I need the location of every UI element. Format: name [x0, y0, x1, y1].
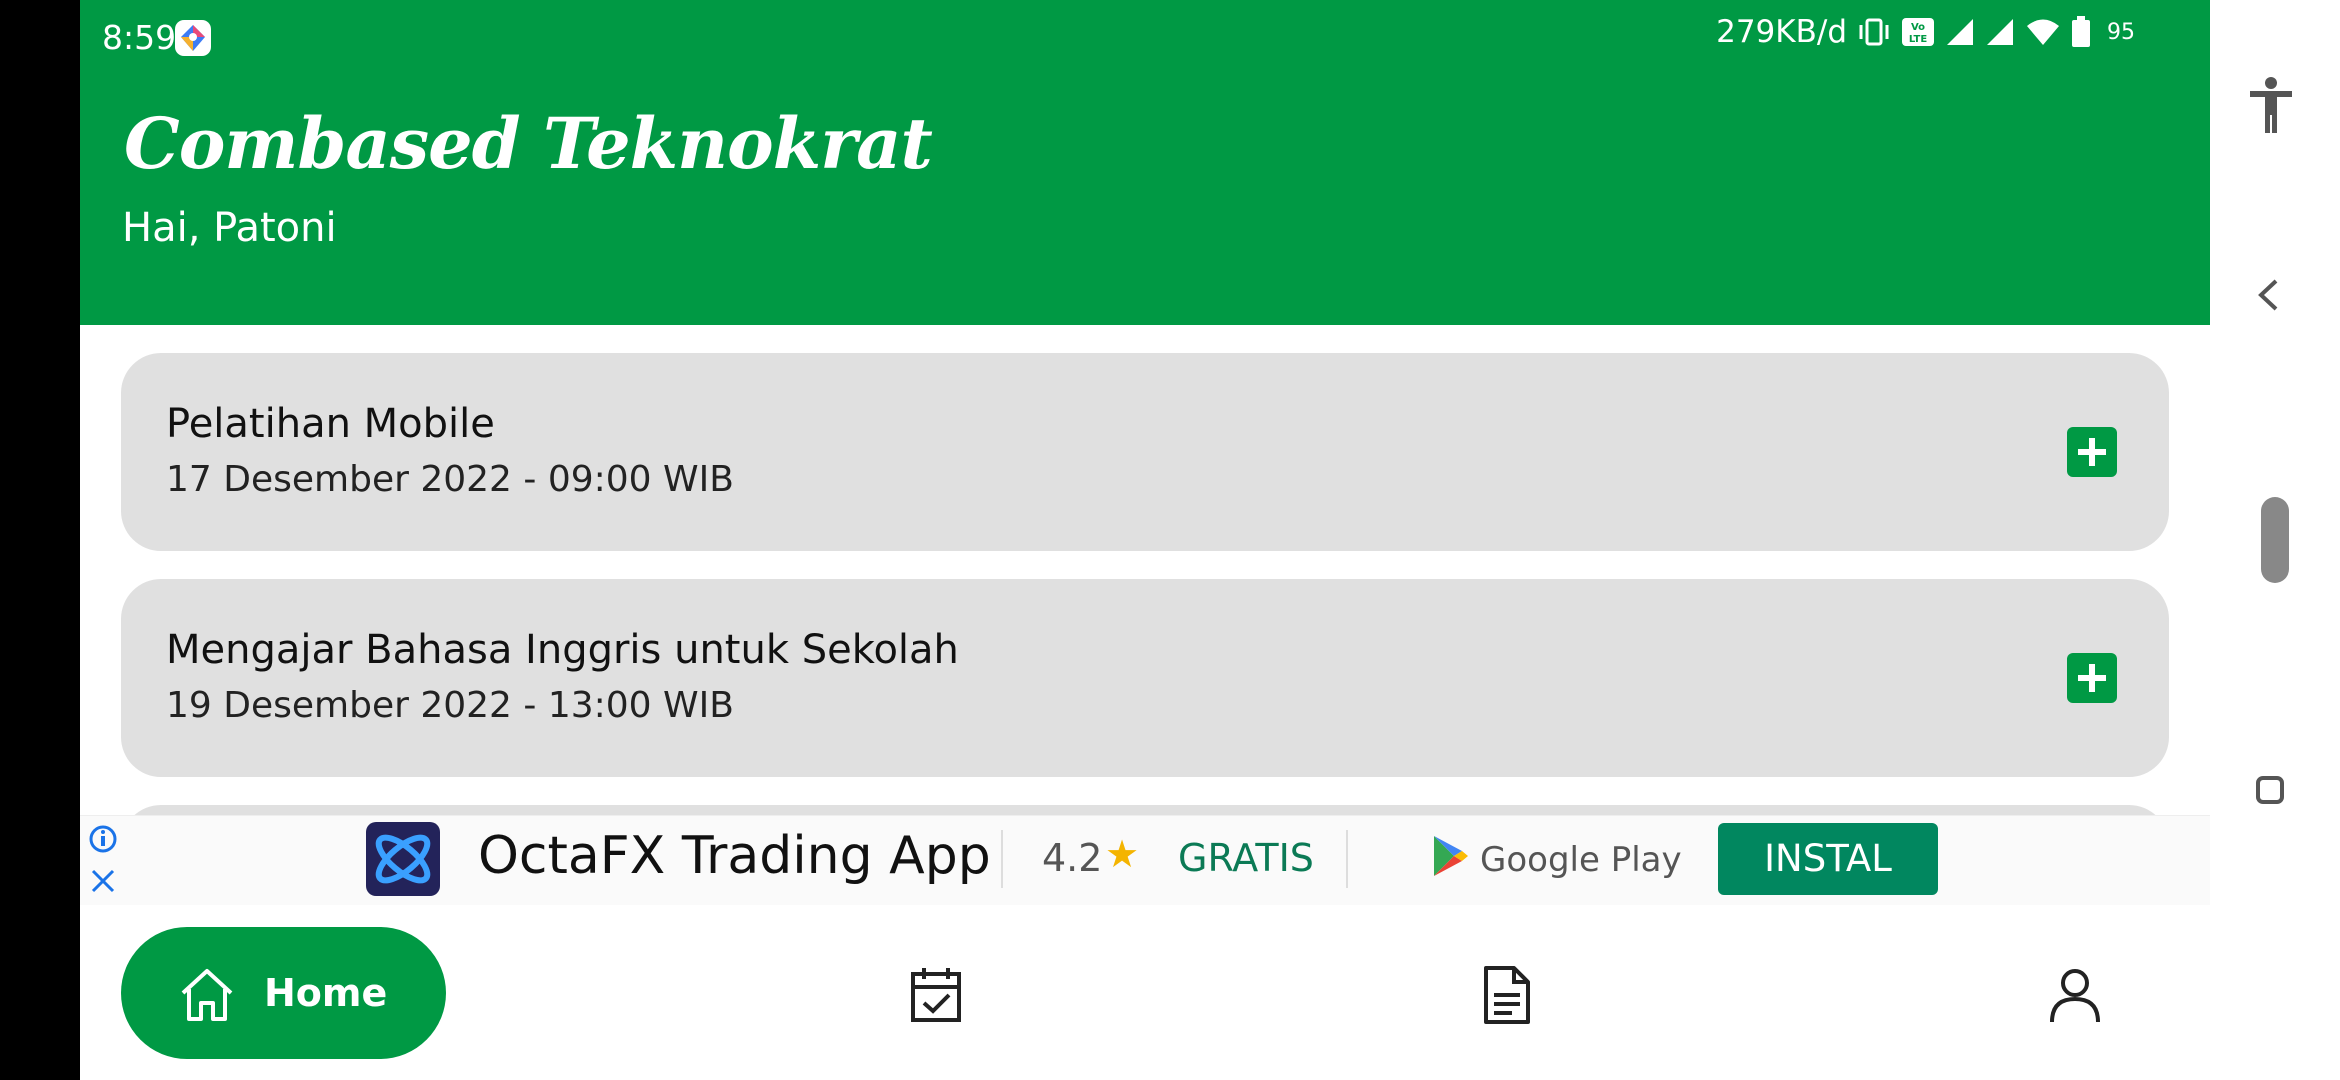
home-icon [181, 969, 233, 1021]
event-date: 19 Desember 2022 - 13:00 WIB [166, 685, 734, 726]
signal-icon-2 [1987, 19, 2013, 45]
nav-home-button[interactable]: Home [121, 927, 446, 1059]
recents-icon[interactable] [2255, 775, 2285, 805]
bottom-navigation: Home [80, 905, 2210, 1059]
scroll-handle[interactable] [2261, 497, 2289, 583]
accessibility-icon[interactable] [2248, 75, 2294, 135]
left-black-strip [0, 0, 80, 1080]
user-greeting: Hai, Patoni [122, 205, 337, 251]
status-bar: 8:59 279KB/d Vo LTE 95 [80, 0, 2210, 78]
nav-home-label: Home [264, 971, 388, 1015]
ad-banner[interactable]: OctaFX Trading App 4.2 ★ GRATIS Google P… [80, 815, 2210, 906]
event-date: 17 Desember 2022 - 09:00 WIB [166, 459, 734, 500]
event-card[interactable]: Mengajar Bahasa Inggris untuk Sekolah 19… [121, 579, 2169, 777]
ad-divider [1001, 830, 1003, 888]
signal-icon-1 [1947, 19, 1973, 45]
profile-icon[interactable] [2047, 965, 2103, 1025]
event-list: Pelatihan Mobile 17 Desember 2022 - 09:0… [80, 325, 2210, 815]
ad-rating: 4.2 [1042, 836, 1103, 880]
add-event-button[interactable] [2067, 427, 2117, 477]
back-icon[interactable] [2256, 278, 2280, 312]
battery-percent: 95 [2107, 19, 2135, 45]
app-title: Combased Teknokrat [124, 102, 933, 185]
vibrate-icon [1859, 18, 1889, 46]
system-navigation-bar [2210, 0, 2340, 1080]
wifi-icon [2027, 19, 2059, 45]
volte-icon: Vo LTE [1902, 18, 1934, 46]
google-play-label: Google Play [1480, 840, 1682, 880]
battery-icon [2072, 16, 2090, 47]
status-indicators: 279KB/d Vo LTE 95 [1716, 14, 2135, 50]
network-speed: 279KB/d [1716, 14, 1847, 50]
star-icon: ★ [1105, 832, 1140, 876]
svg-text:LTE: LTE [1909, 34, 1928, 45]
app-screen: 8:59 279KB/d Vo LTE 95 Combased Teknokra… [80, 0, 2210, 1080]
event-title: Mengajar Bahasa Inggris untuk Sekolah [166, 627, 959, 673]
calendar-check-icon[interactable] [908, 965, 964, 1025]
google-play-icon [1434, 836, 1468, 876]
event-card[interactable]: Pelatihan Mobile 17 Desember 2022 - 09:0… [121, 353, 2169, 551]
ad-install-button[interactable]: INSTAL [1718, 823, 1938, 895]
add-event-button[interactable] [2067, 653, 2117, 703]
svg-text:Vo: Vo [1911, 22, 1925, 33]
ad-price: GRATIS [1178, 836, 1314, 880]
ad-info-icon[interactable] [88, 824, 118, 854]
app-header: 8:59 279KB/d Vo LTE 95 Combased Teknokra… [80, 0, 2210, 325]
ad-app-logo[interactable] [366, 822, 440, 896]
event-title: Pelatihan Mobile [166, 401, 495, 447]
app-notification-icon [175, 20, 211, 56]
event-card-partial[interactable] [121, 805, 2169, 815]
ad-app-name[interactable]: OctaFX Trading App [478, 826, 991, 886]
status-time: 8:59 [102, 18, 177, 57]
document-icon[interactable] [1478, 965, 1534, 1025]
ad-close-icon[interactable] [88, 866, 118, 896]
ad-divider [1346, 830, 1348, 888]
